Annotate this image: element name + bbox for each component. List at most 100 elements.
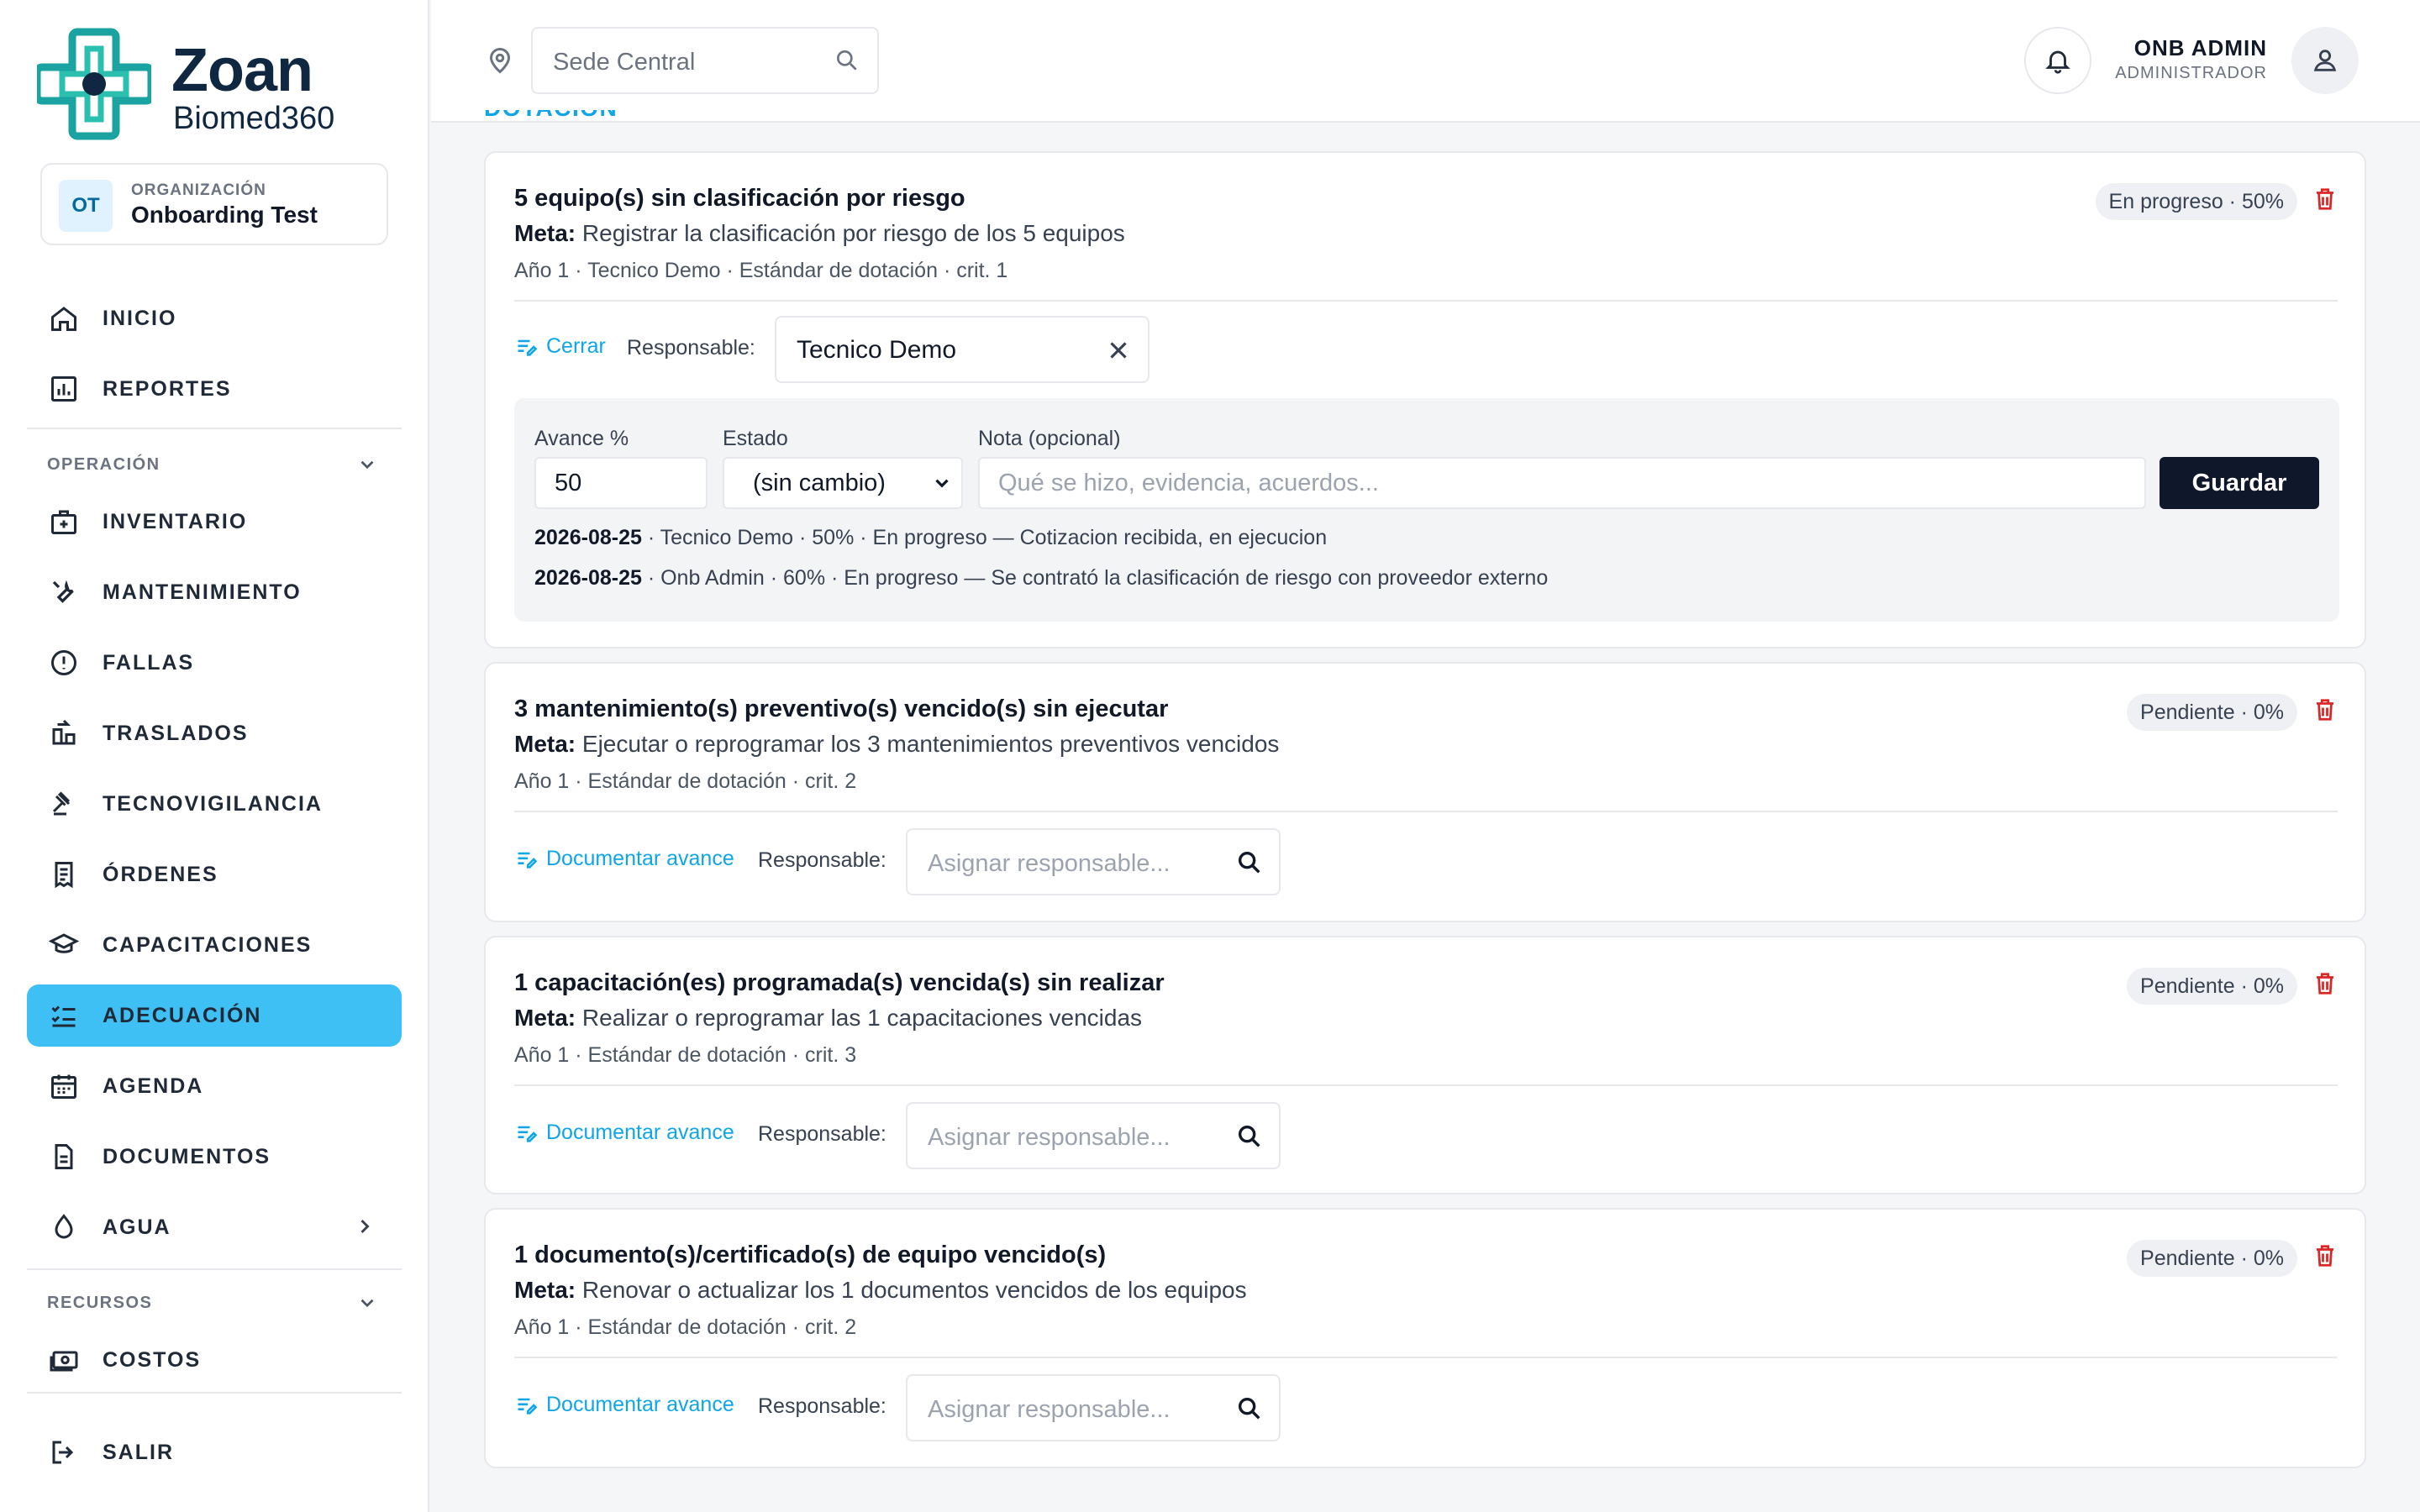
wrench-icon [45, 574, 82, 611]
delete-trash-icon[interactable] [2312, 185, 2338, 213]
responsible-placeholder: Asignar responsable... [928, 1396, 1171, 1423]
nav-item-ordenes[interactable]: ÓRDENES [27, 843, 402, 906]
nav-divider [27, 1268, 402, 1270]
document-progress-link[interactable]: Documentar avance [514, 1393, 734, 1417]
receipt-icon [45, 856, 82, 893]
nav-item-traslados[interactable]: TRASLADOS [27, 702, 402, 764]
brand-logo[interactable]: Zoan Biomed360 [37, 27, 407, 144]
logout-icon [45, 1434, 82, 1471]
nav-item-mantenimiento[interactable]: MANTENIMIENTO [27, 561, 402, 623]
responsible-search-input[interactable]: Asignar responsable... [906, 1102, 1281, 1169]
note-input[interactable]: Qué se hizo, evidencia, acuerdos... [978, 457, 2146, 509]
state-select[interactable]: (sin cambio) [723, 457, 963, 509]
nav-label: DOCUMENTOS [103, 1144, 271, 1168]
search-icon[interactable] [1235, 1122, 1264, 1151]
org-name: Onboarding Test [131, 202, 318, 228]
history-entry: 2026-08-25 · Onb Admin · 60% · En progre… [534, 566, 1549, 590]
task-goal: Meta: Ejecutar o reprogramar los 3 mante… [514, 731, 1280, 757]
nav-item-costos[interactable]: COSTOS [27, 1329, 402, 1391]
task-card: 1 documento(s)/certificado(s) de equipo … [484, 1208, 2366, 1468]
nav-label: COSTOS [103, 1347, 202, 1372]
nav-label: AGENDA [103, 1074, 204, 1098]
user-name: ONB ADMIN [2133, 35, 2267, 60]
document-icon [45, 1138, 82, 1175]
nav-item-tecnovigilancia[interactable]: TECNOVIGILANCIA [27, 773, 402, 835]
clear-close-icon[interactable] [1104, 336, 1133, 365]
responsible-placeholder: Asignar responsable... [928, 850, 1171, 877]
task-goal: Meta: Renovar o actualizar los 1 documen… [514, 1277, 1247, 1303]
progress-percent-input[interactable]: 50 [534, 457, 708, 509]
site-search-input[interactable]: Sede Central [531, 27, 879, 94]
nav-item-documentos[interactable]: DOCUMENTOS [27, 1126, 402, 1188]
nav-label: ADECUACIÓN [103, 1003, 262, 1027]
document-progress-link[interactable]: Documentar avance [514, 847, 734, 871]
top-header: Sede Central ONB ADMIN ADMINISTRADOR [431, 0, 2420, 123]
nav-label: ÓRDENES [103, 862, 218, 886]
nav-divider [27, 1392, 402, 1394]
home-icon [45, 300, 82, 337]
search-icon[interactable] [1235, 1394, 1264, 1423]
organization-selector[interactable]: OT ORGANIZACIÓN Onboarding Test [40, 163, 388, 245]
task-card: 1 capacitación(es) programada(s) vencida… [484, 936, 2366, 1194]
responsible-search-input[interactable]: Asignar responsable... [906, 1374, 1281, 1441]
nav-item-agenda[interactable]: AGENDA [27, 1055, 402, 1117]
chevron-down-icon[interactable] [356, 1292, 378, 1314]
notifications-button[interactable] [2024, 27, 2091, 94]
location-pin-icon [489, 48, 511, 74]
task-details: Año 1 · Estándar de dotación · crit. 2 [514, 1315, 857, 1339]
user-icon [2313, 50, 2337, 71]
nav-item-salir[interactable]: SALIR [27, 1421, 402, 1483]
task-card: 3 mantenimiento(s) preventivo(s) vencido… [484, 662, 2366, 922]
save-button[interactable]: Guardar [2160, 457, 2319, 509]
org-label: ORGANIZACIÓN [131, 181, 266, 199]
task-details: Año 1 · Estándar de dotación · crit. 3 [514, 1043, 857, 1067]
nav-label: FALLAS [103, 650, 195, 675]
nav-item-adecuacion[interactable]: ADECUACIÓN [27, 984, 402, 1047]
chevron-down-icon[interactable] [356, 454, 378, 475]
nav-item-fallas[interactable]: FALLAS [27, 632, 402, 694]
section-title: DOTACIÓN [484, 110, 618, 125]
task-card: 5 equipo(s) sin clasificación por riesgo… [484, 151, 2366, 648]
edit-notes-icon [518, 1398, 538, 1415]
status-badge: Pendiente · 0% [2127, 1240, 2297, 1277]
nav-item-inicio[interactable]: INICIO [27, 287, 402, 349]
site-search-placeholder: Sede Central [553, 49, 696, 76]
task-details: Año 1 · Tecnico Demo · Estándar de dotac… [514, 259, 1008, 282]
edit-notes-icon [518, 339, 538, 356]
responsible-value: Tecnico Demo [797, 336, 957, 364]
user-role: ADMINISTRADOR [2115, 64, 2267, 82]
search-icon[interactable] [1235, 848, 1264, 877]
nav-label: SALIR [103, 1440, 174, 1464]
task-title: 5 equipo(s) sin clasificación por riesgo [514, 185, 965, 212]
nav-label: INVENTARIO [103, 509, 248, 533]
brand-subtitle: Biomed360 [173, 101, 335, 136]
nav-label: CAPACITACIONES [103, 932, 313, 957]
document-progress-link[interactable]: Documentar avance [514, 1121, 734, 1145]
bell-icon [2045, 50, 2070, 74]
user-avatar-button[interactable] [2291, 27, 2359, 94]
nav-label: TRASLADOS [103, 721, 249, 745]
responsible-input[interactable]: Tecnico Demo [775, 316, 1150, 383]
nav-item-agua[interactable]: AGUA [27, 1196, 402, 1258]
close-progress-link[interactable]: Cerrar [514, 334, 606, 359]
nav-label: AGUA [103, 1215, 171, 1239]
alert-circle-icon [45, 644, 82, 681]
responsible-label: Responsable: [758, 1122, 886, 1146]
edit-notes-icon [518, 852, 538, 869]
chevron-down-icon [935, 479, 949, 488]
search-icon[interactable] [834, 47, 860, 74]
state-label: Estado [723, 427, 788, 450]
transfer-icon [45, 715, 82, 752]
delete-trash-icon[interactable] [2312, 1242, 2338, 1270]
nav-item-capacitaciones[interactable]: CAPACITACIONES [27, 914, 402, 976]
progress-label: Avance % [534, 427, 629, 450]
delete-trash-icon[interactable] [2312, 696, 2338, 724]
responsible-search-input[interactable]: Asignar responsable... [906, 828, 1281, 895]
delete-trash-icon[interactable] [2312, 969, 2338, 998]
note-label: Nota (opcional) [978, 427, 1121, 450]
card-divider [514, 1084, 2338, 1086]
nav-label: TECNOVIGILANCIA [103, 791, 323, 816]
task-goal: Meta: Registrar la clasificación por rie… [514, 220, 1125, 246]
nav-item-inventario[interactable]: INVENTARIO [27, 491, 402, 553]
nav-item-reportes[interactable]: REPORTES [27, 358, 402, 420]
